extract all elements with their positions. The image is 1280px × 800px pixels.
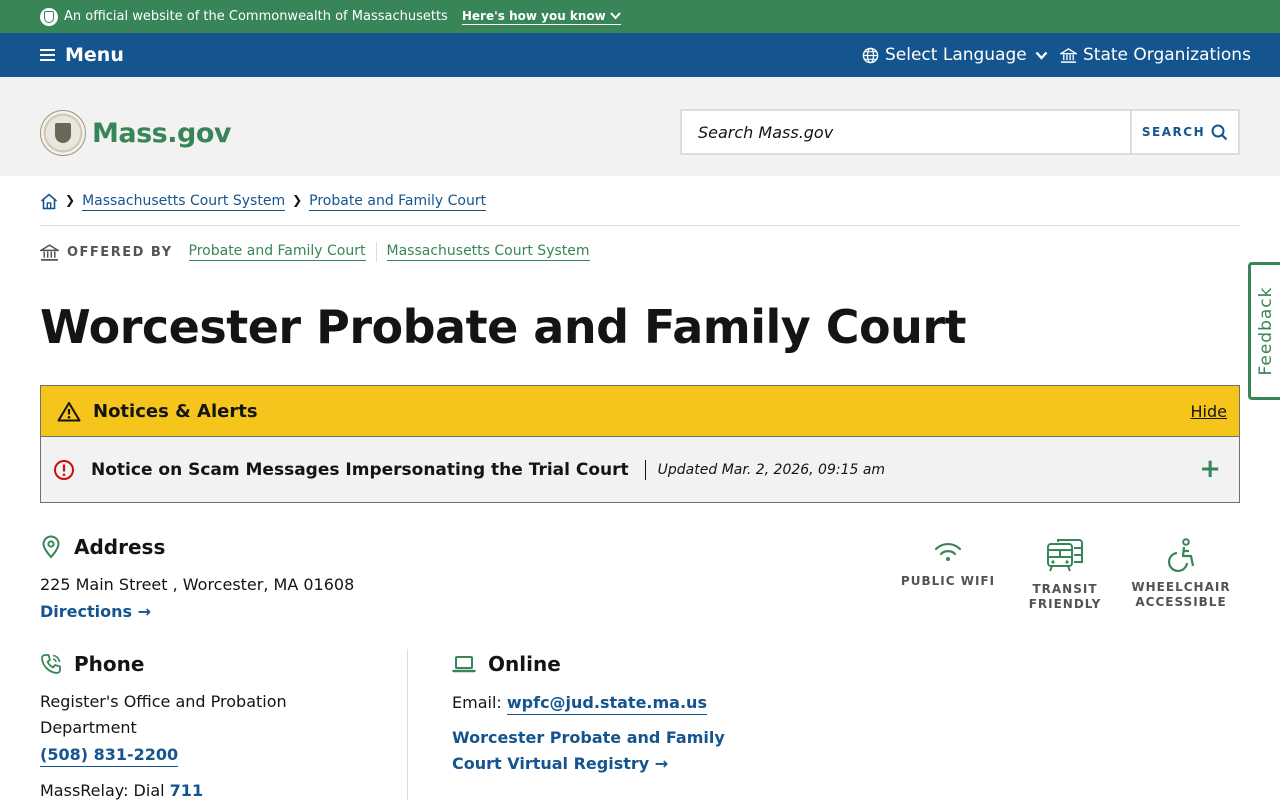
feedback-tab[interactable]: Feedback bbox=[1248, 262, 1280, 400]
bus-icon bbox=[1047, 539, 1083, 572]
amenity-label: PUBLIC WIFI bbox=[900, 574, 996, 588]
warning-icon bbox=[57, 401, 81, 421]
amenity-label: WHEELCHAIR ACCESSIBLE bbox=[1131, 580, 1231, 609]
virtual-registry-link[interactable]: Worcester Probate and Family Court Virtu… bbox=[452, 725, 772, 777]
mass-gov-logo[interactable]: Mass.gov bbox=[40, 110, 231, 156]
phone-label: Register's Office and Probation Departme… bbox=[40, 692, 287, 737]
menu-button[interactable]: Menu bbox=[40, 33, 124, 77]
search-button-label: SEARCH bbox=[1141, 125, 1206, 139]
language-label: Select Language bbox=[885, 45, 1027, 65]
phone-icon bbox=[41, 654, 61, 674]
building-icon bbox=[40, 243, 59, 261]
chevron-down-icon bbox=[1035, 51, 1048, 60]
online-heading-row: Online bbox=[452, 652, 561, 676]
breadcrumb-court-system[interactable]: Massachusetts Court System bbox=[82, 193, 286, 211]
alert-item[interactable]: Notice on Scam Messages Impersonating th… bbox=[41, 437, 1239, 502]
alert-circle-icon bbox=[54, 459, 74, 480]
notices-alerts: Notices & Alerts Hide Notice on Scam Mes… bbox=[40, 385, 1240, 503]
alerts-header: Notices & Alerts Hide bbox=[41, 386, 1239, 437]
amenity-label: TRANSIT FRIENDLY bbox=[1028, 582, 1102, 611]
site-header: Mass.gov SEARCH bbox=[0, 77, 1280, 176]
address-heading-row: Address bbox=[40, 535, 165, 559]
utility-nav: Menu Select Language State Organizations bbox=[0, 33, 1280, 77]
alerts-heading: Notices & Alerts bbox=[93, 400, 258, 422]
globe-icon bbox=[862, 47, 879, 63]
chevron-down-icon bbox=[610, 11, 621, 19]
chevron-right-icon: ❯ bbox=[292, 193, 303, 207]
amenity-wheelchair-accessible: WHEELCHAIR ACCESSIBLE bbox=[1126, 538, 1236, 610]
chevron-right-icon: ❯ bbox=[65, 193, 76, 207]
seal-icon bbox=[40, 110, 86, 156]
official-banner: An official website of the Commonwealth … bbox=[0, 0, 1280, 33]
phone-heading-row: Phone bbox=[40, 652, 144, 676]
state-organizations-label: State Organizations bbox=[1083, 45, 1251, 65]
relay-prefix: MassRelay: Dial bbox=[40, 781, 165, 800]
search-input[interactable] bbox=[682, 111, 1130, 153]
page-title: Worcester Probate and Family Court bbox=[40, 300, 967, 354]
laptop-icon bbox=[452, 656, 476, 673]
search-icon bbox=[1211, 124, 1228, 140]
amenity-transit-friendly: TRANSIT FRIENDLY bbox=[1010, 538, 1120, 612]
building-icon bbox=[1060, 47, 1077, 63]
home-icon[interactable] bbox=[40, 193, 58, 210]
menu-label: Menu bbox=[65, 44, 124, 66]
hide-alerts-link[interactable]: Hide bbox=[1191, 402, 1227, 421]
logo-text: Mass.gov bbox=[92, 117, 231, 149]
offered-by: OFFERED BY Probate and Family Court Mass… bbox=[40, 242, 590, 262]
email-link[interactable]: wpfc@jud.state.ma.us bbox=[506, 693, 707, 715]
offered-by-court-system[interactable]: Massachusetts Court System bbox=[386, 243, 590, 261]
hamburger-icon bbox=[40, 46, 55, 64]
mass-relay: MassRelay: Dial 711 bbox=[40, 781, 203, 800]
alert-updated: Updated Mar. 2, 2026, 09:15 am bbox=[657, 461, 886, 478]
address-text: 225 Main Street , Worcester, MA 01608 bbox=[40, 575, 355, 594]
search-button[interactable]: SEARCH bbox=[1130, 111, 1238, 153]
relay-number-link[interactable]: 711 bbox=[170, 781, 203, 800]
email-line: Email: wpfc@jud.state.ma.us bbox=[452, 693, 707, 715]
state-organizations-button[interactable]: State Organizations bbox=[1060, 33, 1251, 77]
offered-by-label: OFFERED BY bbox=[67, 244, 173, 260]
phone-number-link[interactable]: (508) 831-2200 bbox=[40, 745, 179, 767]
how-you-know-toggle[interactable]: Here's how you know bbox=[461, 8, 621, 25]
amenity-public-wifi: PUBLIC WIFI bbox=[893, 538, 1003, 589]
feedback-label: Feedback bbox=[1255, 286, 1276, 376]
official-text: An official website of the Commonwealth … bbox=[64, 9, 448, 24]
breadcrumb: ❯ Massachusetts Court System ❯ Probate a… bbox=[40, 192, 1240, 226]
wheelchair-icon bbox=[1168, 538, 1195, 572]
expand-plus-icon[interactable]: + bbox=[1199, 456, 1221, 482]
location-pin-icon bbox=[42, 535, 60, 559]
phone-heading: Phone bbox=[74, 652, 145, 676]
offered-by-probate-family-court[interactable]: Probate and Family Court bbox=[188, 243, 366, 261]
breadcrumb-probate-family-court[interactable]: Probate and Family Court bbox=[309, 193, 487, 211]
seal-icon bbox=[40, 7, 58, 26]
alert-title: Notice on Scam Messages Impersonating th… bbox=[91, 459, 646, 480]
divider bbox=[375, 242, 377, 262]
email-prefix: Email: bbox=[452, 693, 502, 712]
search-form: SEARCH bbox=[680, 109, 1240, 155]
directions-link[interactable]: Directions → bbox=[40, 602, 151, 621]
select-language-button[interactable]: Select Language bbox=[862, 33, 1048, 77]
wifi-icon bbox=[934, 542, 962, 561]
online-heading: Online bbox=[488, 652, 561, 676]
address-heading: Address bbox=[74, 535, 166, 559]
column-divider bbox=[407, 649, 408, 800]
how-you-know-label: Here's how you know bbox=[461, 8, 606, 23]
